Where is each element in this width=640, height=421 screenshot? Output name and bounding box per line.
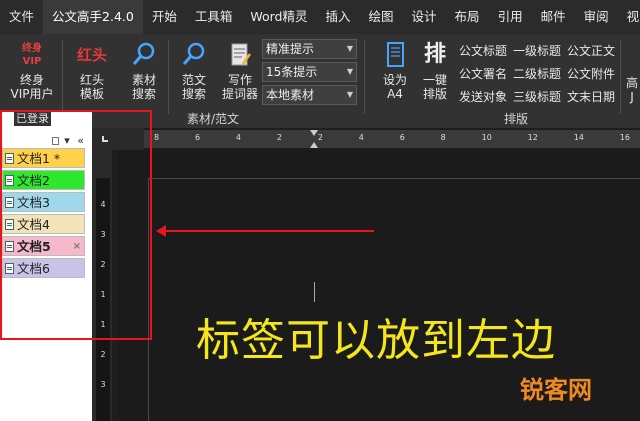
one-click-layout-button[interactable]: 排 一键 排版 [416,40,454,101]
prompt-mode-value: 精准提示 [266,42,315,56]
ruler-tick: 12 [527,133,538,142]
dropdown-arrow-icon: ▼ [346,90,353,99]
vip-label-line1: 终身 [19,73,44,87]
ruler-tick: 14 [573,133,584,142]
title-style-level3[interactable]: 三级标题 [513,88,561,105]
menu-home[interactable]: 开始 [143,0,186,34]
page-margin-guide [148,178,640,179]
title-style-level1[interactable]: 一级标题 [513,42,561,59]
magnifier-icon [132,42,155,65]
ruler-tick: 6 [399,133,405,142]
partial-ribbon-button[interactable]: 高 J [624,76,640,104]
group-label-material: 素材/范文 [187,112,240,126]
hongtou-icon: 红头 [76,46,107,64]
set-a4-label-line2: A4 [387,87,403,101]
ruler-tick: 2 [317,133,323,142]
indent-marker-icon[interactable] [310,130,318,136]
ribbon-separator [620,40,621,114]
text-cursor [314,282,315,302]
title-style-attachment[interactable]: 公文附件 [567,65,615,82]
layout-label-line2: 排版 [422,87,447,101]
partial-label-line1: 高 [625,76,638,90]
vip-icon-line1: 终身 [22,43,42,54]
title-style-recipient[interactable]: 发送对象 [459,88,507,105]
annotation-highlight-box [0,110,152,340]
prompt-count-select[interactable]: 15条提示 ▼ [262,62,357,82]
dropdown-arrow-icon: ▼ [346,44,353,53]
title-style-signature[interactable]: 公文署名 [459,65,507,82]
layout-icon: 排 [423,42,446,67]
vip-icon-line2: VIP [22,56,42,67]
menu-layout[interactable]: 布局 [446,0,489,34]
material-label-line2: 搜索 [131,87,156,101]
notepad-pen-icon [231,43,252,66]
ruler-tick: 8 [154,133,160,142]
ruler-tick: 8 [440,133,446,142]
magnifier-icon [182,42,205,65]
hongtou-label-line1: 红头 [79,73,104,87]
page-icon [387,42,404,67]
set-a4-label-line1: 设为 [382,73,407,87]
layout-label-line1: 一键 [422,73,447,87]
menu-insert[interactable]: 插入 [317,0,360,34]
hongtou-label-line2: 模板 [79,87,104,101]
writing-prompter-button[interactable]: 写作 提词器 [220,40,260,101]
group-label-layout: 排版 [504,112,529,126]
prompter-label-line1: 写作 [227,73,252,87]
prompt-mode-select[interactable]: 精准提示 ▼ [262,39,357,59]
ruler-tick: 3 [100,380,106,389]
ruler-tick: 4 [358,133,364,142]
ribbon-separator [364,40,365,114]
watermark: 锐客网 [520,376,592,404]
menu-bar: 文件 公文高手2.4.0 开始 工具箱 Word精灵 插入 绘图 设计 布局 引… [0,0,640,34]
prompter-label-line2: 提词器 [221,87,258,101]
sample-search-button[interactable]: 范文 搜索 [174,40,214,101]
material-source-select[interactable]: 本地素材 ▼ [262,85,357,105]
ruler-tick: 2 [276,133,282,142]
title-style-doc-title[interactable]: 公文标题 [459,42,507,59]
hongtou-template-button[interactable]: 红头 红头 模板 [72,40,112,101]
horizontal-ruler[interactable]: 8 6 4 2 2 4 6 8 10 12 14 16 [144,130,640,148]
material-source-value: 本地素材 [266,88,315,102]
menu-design[interactable]: 设计 [403,0,446,34]
set-a4-button[interactable]: 设为 A4 [376,40,414,101]
vip-icon: 终身 VIP [8,40,56,70]
arrow-left-icon [156,225,166,237]
menu-review[interactable]: 审阅 [575,0,618,34]
menu-draw[interactable]: 绘图 [360,0,403,34]
menu-file[interactable]: 文件 [0,0,43,34]
menu-word-jingling[interactable]: Word精灵 [241,0,316,34]
indent-marker-icon[interactable] [310,142,318,148]
sample-label-line1: 范文 [181,73,206,87]
ribbon-separator [168,40,169,114]
title-style-level2[interactable]: 二级标题 [513,65,561,82]
ribbon-separator [62,40,63,114]
annotation-arrow [162,230,374,232]
ruler-tick-labels: 8 6 4 2 2 4 6 8 10 12 14 16 [144,133,640,142]
ruler-tick: 2 [100,350,106,359]
menu-view[interactable]: 视图 [618,0,640,34]
menu-toolbox[interactable]: 工具箱 [186,0,242,34]
prompt-count-value: 15条提示 [266,65,318,79]
annotation-caption: 标签可以放到左边 [196,315,556,366]
ruler-tick: 4 [235,133,241,142]
partial-label-line2: J [630,90,634,104]
dropdown-arrow-icon: ▼ [346,67,353,76]
menu-gongwen[interactable]: 公文高手2.4.0 [43,0,143,34]
material-label-line1: 素材 [131,73,156,87]
menu-mailings[interactable]: 邮件 [532,0,575,34]
title-style-body[interactable]: 公文正文 [567,42,615,59]
material-search-button[interactable]: 素材 搜索 [124,40,164,101]
sample-label-line2: 搜索 [181,87,206,101]
title-style-end-date[interactable]: 文末日期 [567,88,615,105]
ruler-tick: 6 [194,133,201,142]
ruler-tick: 10 [481,133,492,142]
menu-references[interactable]: 引用 [489,0,532,34]
ruler-tick: 16 [619,133,630,142]
vip-user-button[interactable]: 终身 VIP 终身 VIP用户 [8,40,56,101]
vip-label-line2: VIP用户 [10,87,54,101]
